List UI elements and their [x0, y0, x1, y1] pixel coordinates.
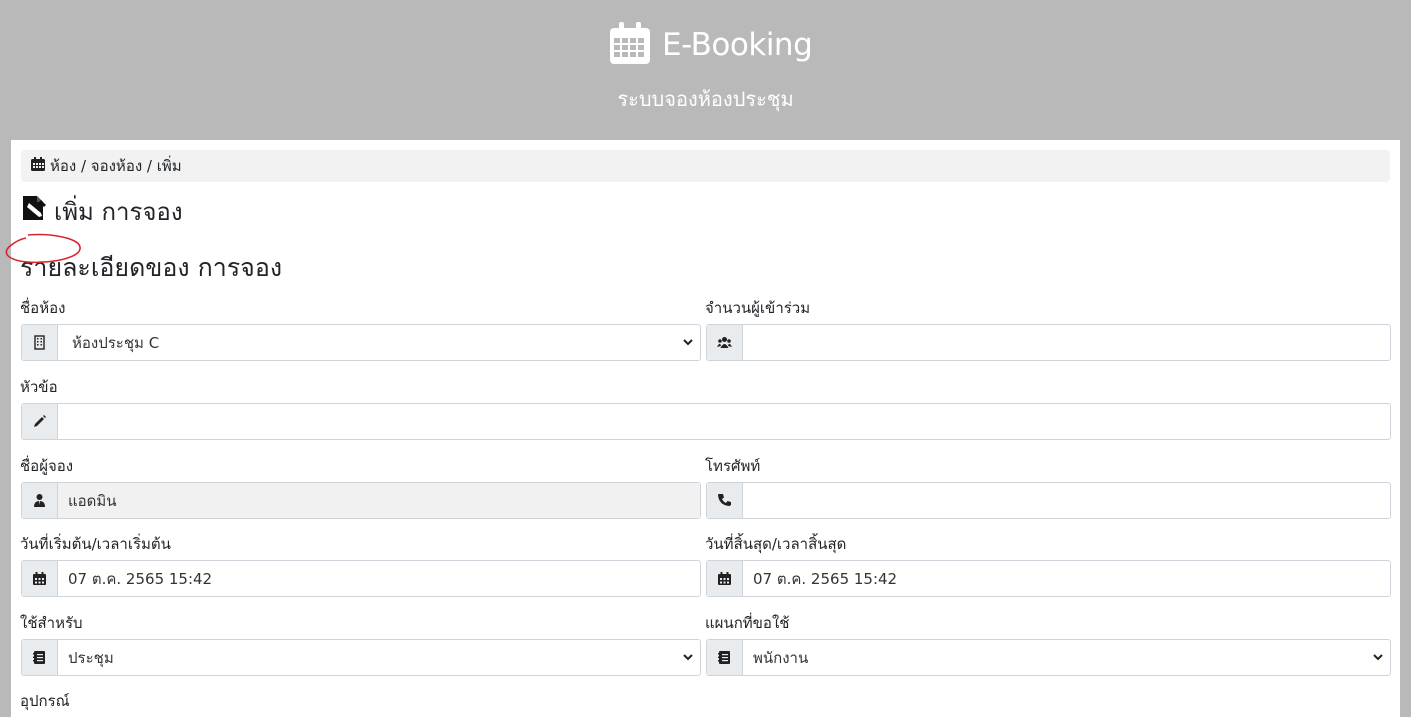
file-signature-icon [21, 195, 54, 228]
start-label: วันที่เริ่มต้น/เวลาเริ่มต้น [20, 535, 171, 553]
attendees-label: จำนวนผู้เข้าร่วม [705, 299, 811, 317]
purpose-label: ใช้สำหรับ [20, 614, 83, 632]
equipment-label: อุปกรณ์ [20, 692, 70, 710]
page-title-text: เพิ่ม การจอง [54, 198, 183, 226]
end-datetime-input[interactable]: 07 ต.ค. 2565 15:42 [706, 560, 1391, 597]
room-select[interactable]: ห้องประชุม C [21, 324, 701, 361]
chevron-down-icon [1373, 654, 1383, 661]
chevron-down-icon [683, 339, 693, 346]
brand-title: E-Booking [662, 27, 813, 63]
phone-input[interactable] [706, 482, 1391, 519]
start-datetime-input[interactable]: 07 ต.ค. 2565 15:42 [21, 560, 701, 597]
user-tie-icon [22, 483, 58, 518]
breadcrumb-text[interactable]: ห้อง / จองห้อง / เพิ่ม [50, 154, 182, 178]
purpose-select[interactable]: ประชุม [21, 639, 701, 676]
booker-input[interactable]: แอดมิน [21, 482, 701, 519]
start-value: 07 ต.ค. 2565 15:42 [68, 569, 213, 588]
users-icon [707, 325, 743, 360]
department-label: แผนกที่ขอใช้ [705, 614, 790, 632]
section-title: รายละเอียดของ การจอง [20, 253, 283, 282]
chevron-down-icon [683, 654, 693, 661]
topic-label: หัวข้อ [20, 378, 58, 396]
breadcrumb: ห้อง / จองห้อง / เพิ่ม [21, 150, 1390, 182]
address-book-icon [22, 640, 58, 675]
end-value: 07 ต.ค. 2565 15:42 [753, 569, 898, 588]
room-label: ชื่อห้อง [20, 299, 66, 317]
app-subtitle: ระบบจองห้องประชุม [617, 87, 794, 111]
room-value: ห้องประชุม C [72, 333, 160, 352]
attendees-input[interactable] [706, 324, 1391, 361]
purpose-value: ประชุม [68, 648, 114, 667]
app-header: E-Booking ระบบจองห้องประชุม [0, 0, 1411, 140]
main-card: ห้อง / จองห้อง / เพิ่ม เพิ่ม การจอง รายล… [11, 140, 1400, 717]
page-title: เพิ่ม การจอง [21, 192, 183, 231]
calendar-icon [608, 20, 652, 70]
booker-value: แอดมิน [68, 491, 117, 510]
building-icon [22, 325, 58, 360]
booker-label: ชื่อผู้จอง [20, 457, 74, 475]
calendar-icon [22, 561, 58, 596]
address-book-icon [707, 640, 743, 675]
department-value: พนักงาน [753, 648, 809, 667]
phone-icon [707, 483, 743, 518]
topic-input[interactable] [21, 403, 1391, 440]
department-select[interactable]: พนักงาน [706, 639, 1391, 676]
end-label: วันที่สิ้นสุด/เวลาสิ้นสุด [705, 535, 847, 553]
calendar-icon [707, 561, 743, 596]
pencil-icon [22, 404, 58, 439]
brand[interactable]: E-Booking [608, 20, 813, 70]
phone-label: โทรศัพท์ [705, 457, 761, 475]
calendar-icon [30, 156, 50, 176]
